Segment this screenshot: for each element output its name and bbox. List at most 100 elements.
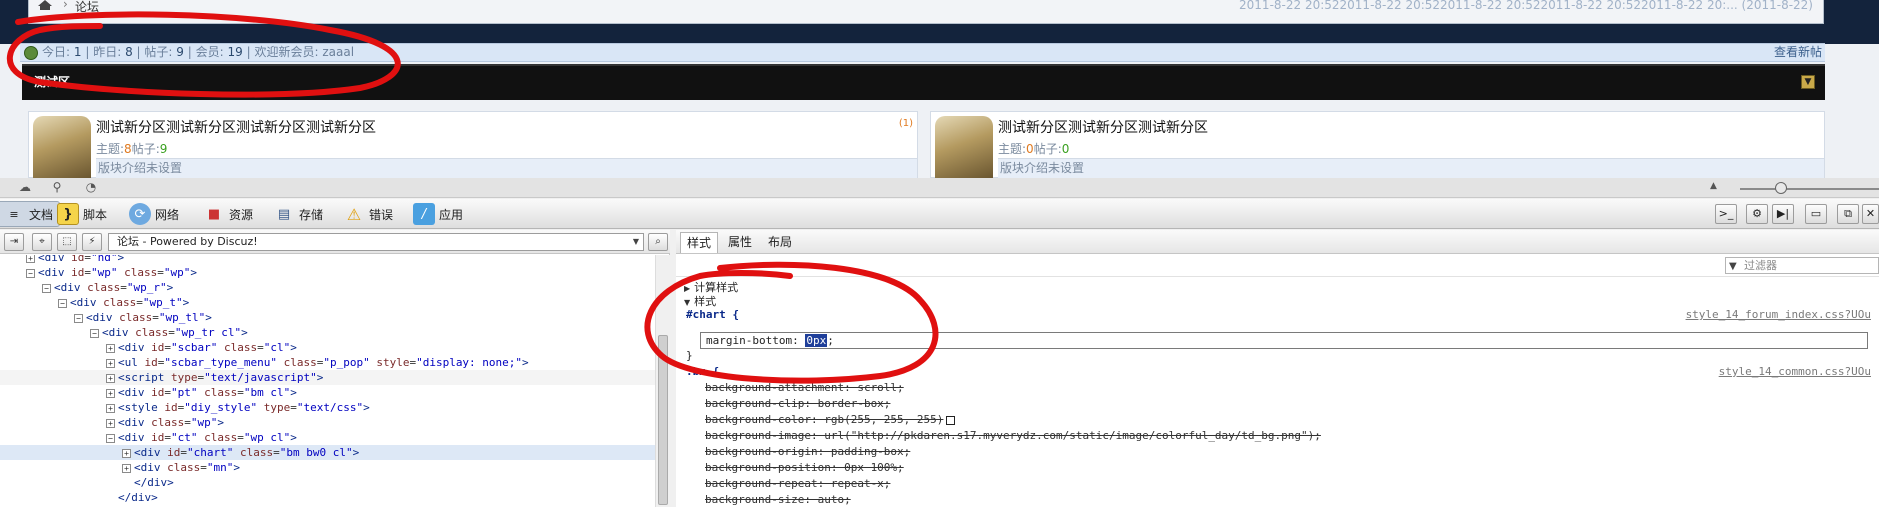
dom-tag: <div	[134, 446, 161, 459]
tab-network[interactable]: ⟳ 网络	[122, 201, 186, 227]
dom-node[interactable]: − <div class="wp_tl">	[0, 310, 655, 325]
collapse-icon[interactable]: −	[42, 283, 51, 293]
color-swatch[interactable]	[946, 415, 956, 425]
rule-selector[interactable]: #chart {	[686, 308, 739, 321]
rule-source-link[interactable]: style_14_common.css?UOu	[1719, 365, 1871, 378]
collapse-icon[interactable]: −	[74, 313, 83, 323]
zoom-slider-thumb[interactable]	[1775, 182, 1787, 194]
css-edit-field[interactable]: margin-bottom: 0px;	[700, 332, 1868, 349]
rule-source-link[interactable]: style_14_forum_index.css?UOu	[1686, 308, 1871, 321]
css-declaration[interactable]: background-attachment: scroll;	[705, 381, 904, 394]
css-declaration[interactable]: background-position: 0px 100%;	[705, 461, 904, 474]
select-element-icon[interactable]: ⌖	[32, 233, 52, 251]
rule-selector[interactable]: .bm {	[686, 365, 719, 378]
dom-attr-name: class	[112, 311, 153, 324]
expand-icon[interactable]: +	[106, 373, 115, 383]
dom-node[interactable]: + <div class="mn">	[0, 460, 655, 475]
dom-attr-value: "bm bw0 cl"	[279, 446, 353, 459]
dom-node[interactable]: − <div class="wp_t">	[0, 295, 655, 310]
tab-label: 脚本	[83, 207, 108, 222]
category-title[interactable]: 测试区	[34, 73, 70, 90]
close-icon[interactable]: ✕	[1862, 204, 1879, 224]
share-icon[interactable]: ⚲	[50, 181, 64, 193]
dom-attr-name: class	[128, 326, 169, 339]
dom-node[interactable]: + <ul id="scbar_type_menu" class="p_pop" …	[0, 355, 655, 370]
new-member-link[interactable]: zaaal	[322, 45, 354, 59]
zoom-slider[interactable]	[1740, 188, 1879, 190]
dom-node[interactable]: + <script type="text/javascript">	[0, 370, 655, 385]
board-name[interactable]: 测试新分区测试新分区测试新分区	[998, 117, 1208, 137]
dom-node[interactable]: </div>	[0, 475, 655, 490]
dom-tag-close: >	[217, 416, 224, 429]
tab-styles[interactable]: 样式	[680, 232, 719, 253]
expand-icon[interactable]: +	[122, 448, 131, 458]
expand-icon[interactable]: +	[106, 403, 115, 413]
css-declaration[interactable]: background-repeat: repeat-x;	[705, 477, 890, 490]
dom-node[interactable]: − <div id="ct" class="wp cl">	[0, 430, 655, 445]
dom-node[interactable]: + <div class="wp">	[0, 415, 655, 430]
page-selector[interactable]: 论坛 - Powered by Discuz! ▼	[108, 233, 644, 251]
gear-icon[interactable]: ⚙	[1746, 204, 1768, 224]
css-declaration[interactable]: background-size: auto;	[705, 493, 851, 506]
css-declaration[interactable]: background-color: rgb(255, 255, 255)	[705, 413, 956, 426]
expand-icon[interactable]: +	[106, 358, 115, 368]
filter-input[interactable]: ▼ 过滤器	[1725, 257, 1879, 274]
lightning-icon[interactable]: ⚡	[82, 233, 102, 251]
home-icon[interactable]	[37, 0, 53, 10]
console-icon[interactable]: >_	[1715, 204, 1737, 224]
dom-tree[interactable]: + <div id="hd"> − <div id="wp" class="wp"> −…	[0, 255, 655, 507]
dom-attr-eq: =	[237, 386, 244, 399]
tab-layout[interactable]: 布局	[762, 232, 798, 253]
highlight-icon[interactable]: ⬚	[57, 233, 77, 251]
tab-storage[interactable]: ▤ 存储	[266, 201, 330, 227]
collapse-icon[interactable]: −	[106, 433, 115, 443]
speed-dial-icon[interactable]: ◔	[84, 181, 98, 193]
collapse-icon[interactable]: −	[58, 298, 67, 308]
dom-attr-name: class	[80, 281, 121, 294]
board-icon[interactable]	[33, 116, 91, 178]
dom-node[interactable]: + <style id="diy_style" type="text/css">	[0, 400, 655, 415]
dom-node[interactable]: </div>	[0, 490, 655, 505]
expand-icon[interactable]: +	[106, 418, 115, 428]
tab-properties[interactable]: 属性	[722, 232, 758, 253]
tab-script[interactable]: } 脚本	[50, 201, 114, 227]
step-icon[interactable]: ▶|	[1772, 204, 1794, 224]
layout-menu-icon[interactable]: ▭	[1805, 204, 1827, 224]
view-new-posts-link[interactable]: 查看新帖	[1774, 44, 1822, 61]
css-declaration[interactable]: background-origin: padding-box;	[705, 445, 910, 458]
tab-errors[interactable]: ⚠ 错误	[336, 201, 400, 227]
selector-text: #chart	[686, 308, 726, 321]
topics-value: 0	[1026, 142, 1034, 156]
tab-apps[interactable]: / 应用	[406, 201, 470, 227]
zoom-up-icon[interactable]: ▲	[1710, 181, 1717, 191]
undock-icon[interactable]: ⧉	[1837, 204, 1859, 224]
dom-tag: </div	[118, 491, 152, 504]
dom-tag: <script	[118, 371, 165, 384]
dom-node[interactable]: + <div id="chart" class="bm bw0 cl">	[0, 445, 655, 460]
collapse-icon[interactable]: −	[90, 328, 99, 338]
dom-node[interactable]: − <div class="wp_r">	[0, 280, 655, 295]
dom-node[interactable]: − <div id="wp" class="wp">	[0, 265, 655, 280]
tab-resources[interactable]: ■ 资源	[196, 201, 260, 227]
expand-icon[interactable]: +	[26, 255, 35, 263]
cloud-icon[interactable]: ☁	[18, 181, 32, 193]
breadcrumb-forum-link[interactable]: 论坛	[75, 0, 99, 15]
dom-node[interactable]: + <div id="pt" class="bm cl">	[0, 385, 655, 400]
dom-scrollbar[interactable]	[655, 255, 670, 507]
dom-node[interactable]: + <div id="scbar" class="cl">	[0, 340, 655, 355]
collapse-icon[interactable]: −	[26, 268, 35, 278]
dom-node[interactable]: + <div id="hd">	[0, 255, 655, 265]
expand-icon[interactable]: +	[106, 388, 115, 398]
collapse-icon[interactable]: ▼	[1801, 75, 1815, 89]
css-declaration[interactable]: background-image: url("http://pkdaren.s1…	[705, 429, 1321, 442]
dom-node[interactable]: − <div class="wp_tr cl">	[0, 325, 655, 340]
board-name[interactable]: 测试新分区测试新分区测试新分区测试新分区	[96, 117, 376, 137]
expand-icon[interactable]: +	[106, 343, 115, 353]
expand-icon[interactable]: +	[122, 463, 131, 473]
board-icon[interactable]	[935, 116, 993, 178]
search-icon[interactable]: ⌕	[648, 233, 668, 251]
css-declaration[interactable]: background-clip: border-box;	[705, 397, 890, 410]
export-icon[interactable]: ⇥	[4, 233, 24, 251]
scrollbar-thumb[interactable]	[658, 335, 668, 505]
storage-icon: ▤	[277, 206, 291, 222]
